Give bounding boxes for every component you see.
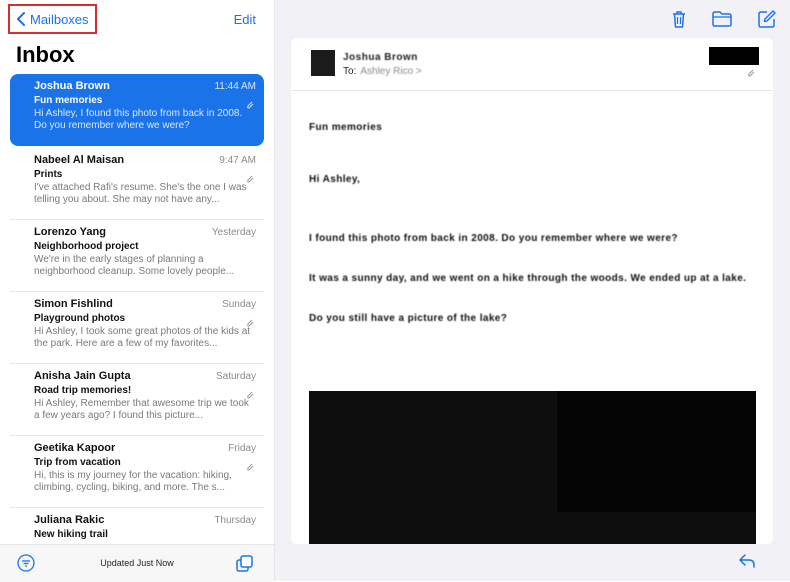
image-region — [557, 391, 756, 512]
folder-icon[interactable] — [711, 8, 733, 30]
message-subject: Playground photos — [34, 313, 126, 324]
paperclip-icon — [247, 319, 254, 327]
message-date: Sunday — [222, 299, 256, 310]
chevron-left-icon — [17, 12, 25, 26]
message-body-line: Hi Ashley, — [309, 174, 361, 185]
paperclip-icon — [247, 391, 254, 399]
edit-button[interactable]: Edit — [234, 12, 256, 27]
message-list: Joshua Brown 11:44 AM Fun memories Hi As… — [0, 74, 274, 544]
message-date: Thursday — [214, 515, 256, 526]
mailbox-topbar: Mailboxes Edit — [0, 0, 274, 40]
mail-app: Mailboxes Edit Inbox Joshua Brown 11:44 … — [0, 0, 790, 582]
message-subject: Trip from vacation — [34, 457, 121, 468]
message-subject: Fun memories — [34, 95, 103, 106]
message-subject: New hiking trail — [34, 529, 108, 540]
message-sender: Geetika Kapoor — [34, 442, 116, 454]
avatar — [311, 50, 335, 76]
message-image-attachment[interactable] — [309, 391, 756, 544]
message-preview: Hi Ashley, I took some great photos of t… — [34, 326, 251, 349]
message-date: 9:47 AM — [219, 155, 256, 166]
message-date: Saturday — [215, 371, 256, 382]
message-preview: We're in the early stages of planning a … — [34, 254, 235, 277]
message-date: 11:44 AM — [214, 81, 256, 92]
message-date: Friday — [228, 443, 256, 454]
message-preview: I've attached Rafi's resume. She's the o… — [34, 182, 247, 205]
message-subject: Road trip memories! — [34, 385, 132, 396]
page-title: Inbox — [16, 42, 75, 67]
to-label: To: — [343, 66, 357, 77]
message-date: Yesterday — [211, 227, 256, 238]
message-body-line: Do you still have a picture of the lake? — [309, 313, 508, 324]
message-to-line: To: Ashley Rico > — [343, 66, 422, 77]
message-body-line: It was a sunny day, and we went on a hik… — [309, 273, 747, 284]
message-row[interactable]: Simon Fishlind Sunday Playground photos … — [10, 292, 264, 364]
mailbox-bottombar: Updated Just Now — [0, 544, 274, 582]
compose-icon[interactable] — [756, 8, 778, 30]
message-row[interactable]: Anisha Jain Gupta Saturday Road trip mem… — [10, 364, 264, 436]
message-row[interactable]: Lorenzo Yang Yesterday Neighborhood proj… — [10, 220, 264, 292]
message-recipient[interactable]: Ashley Rico > — [360, 66, 421, 77]
message-pane: Joshua Brown To: Ashley Rico > Fun memori… — [275, 0, 790, 581]
mailboxes-back-button[interactable]: Mailboxes — [8, 4, 97, 34]
mailboxes-back-label: Mailboxes — [30, 11, 89, 27]
message-subject: Prints — [34, 169, 63, 180]
message-preview: Hi, this is my journey for the vacation:… — [34, 470, 232, 493]
message-preview: Hi Ashley, Remember that awesome trip we… — [34, 398, 249, 421]
reply-icon[interactable] — [738, 552, 756, 570]
message-row-selected[interactable]: Joshua Brown 11:44 AM Fun memories Hi As… — [10, 74, 264, 146]
paperclip-icon — [247, 463, 254, 471]
message-preview: Hi Ashley, I found this photo from back … — [34, 108, 243, 131]
message-card: Joshua Brown To: Ashley Rico > Fun memori… — [291, 38, 773, 544]
message-subject: Neighborhood project — [34, 241, 139, 252]
message-row[interactable]: Juliana Rakic Thursday New hiking trail — [10, 508, 264, 544]
trash-icon[interactable] — [668, 8, 690, 30]
message-body-line: Fun memories — [309, 122, 383, 133]
message-row[interactable]: Geetika Kapoor Friday Trip from vacation… — [10, 436, 264, 508]
message-from[interactable]: Joshua Brown — [343, 52, 418, 63]
message-body-line: I found this photo from back in 2008. Do… — [309, 233, 678, 244]
paperclip-icon — [247, 101, 254, 109]
mailbox-status-text: Updated Just Now — [100, 558, 174, 568]
stacked-windows-icon[interactable] — [235, 554, 255, 574]
message-header: Joshua Brown To: Ashley Rico > — [291, 38, 773, 91]
paperclip-icon — [748, 69, 755, 77]
message-date-redacted — [709, 47, 759, 65]
message-row[interactable]: Nabeel Al Maisan 9:47 AM Prints I've att… — [10, 148, 264, 220]
mailbox-pane: Mailboxes Edit Inbox Joshua Brown 11:44 … — [0, 0, 275, 582]
paperclip-icon — [247, 175, 254, 183]
